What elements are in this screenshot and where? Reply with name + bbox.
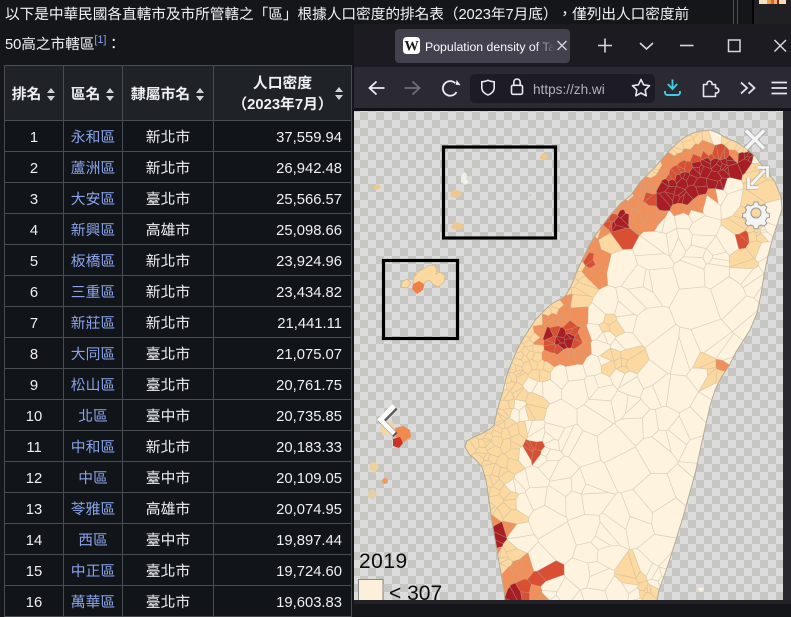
svg-text:W: W (404, 39, 419, 55)
